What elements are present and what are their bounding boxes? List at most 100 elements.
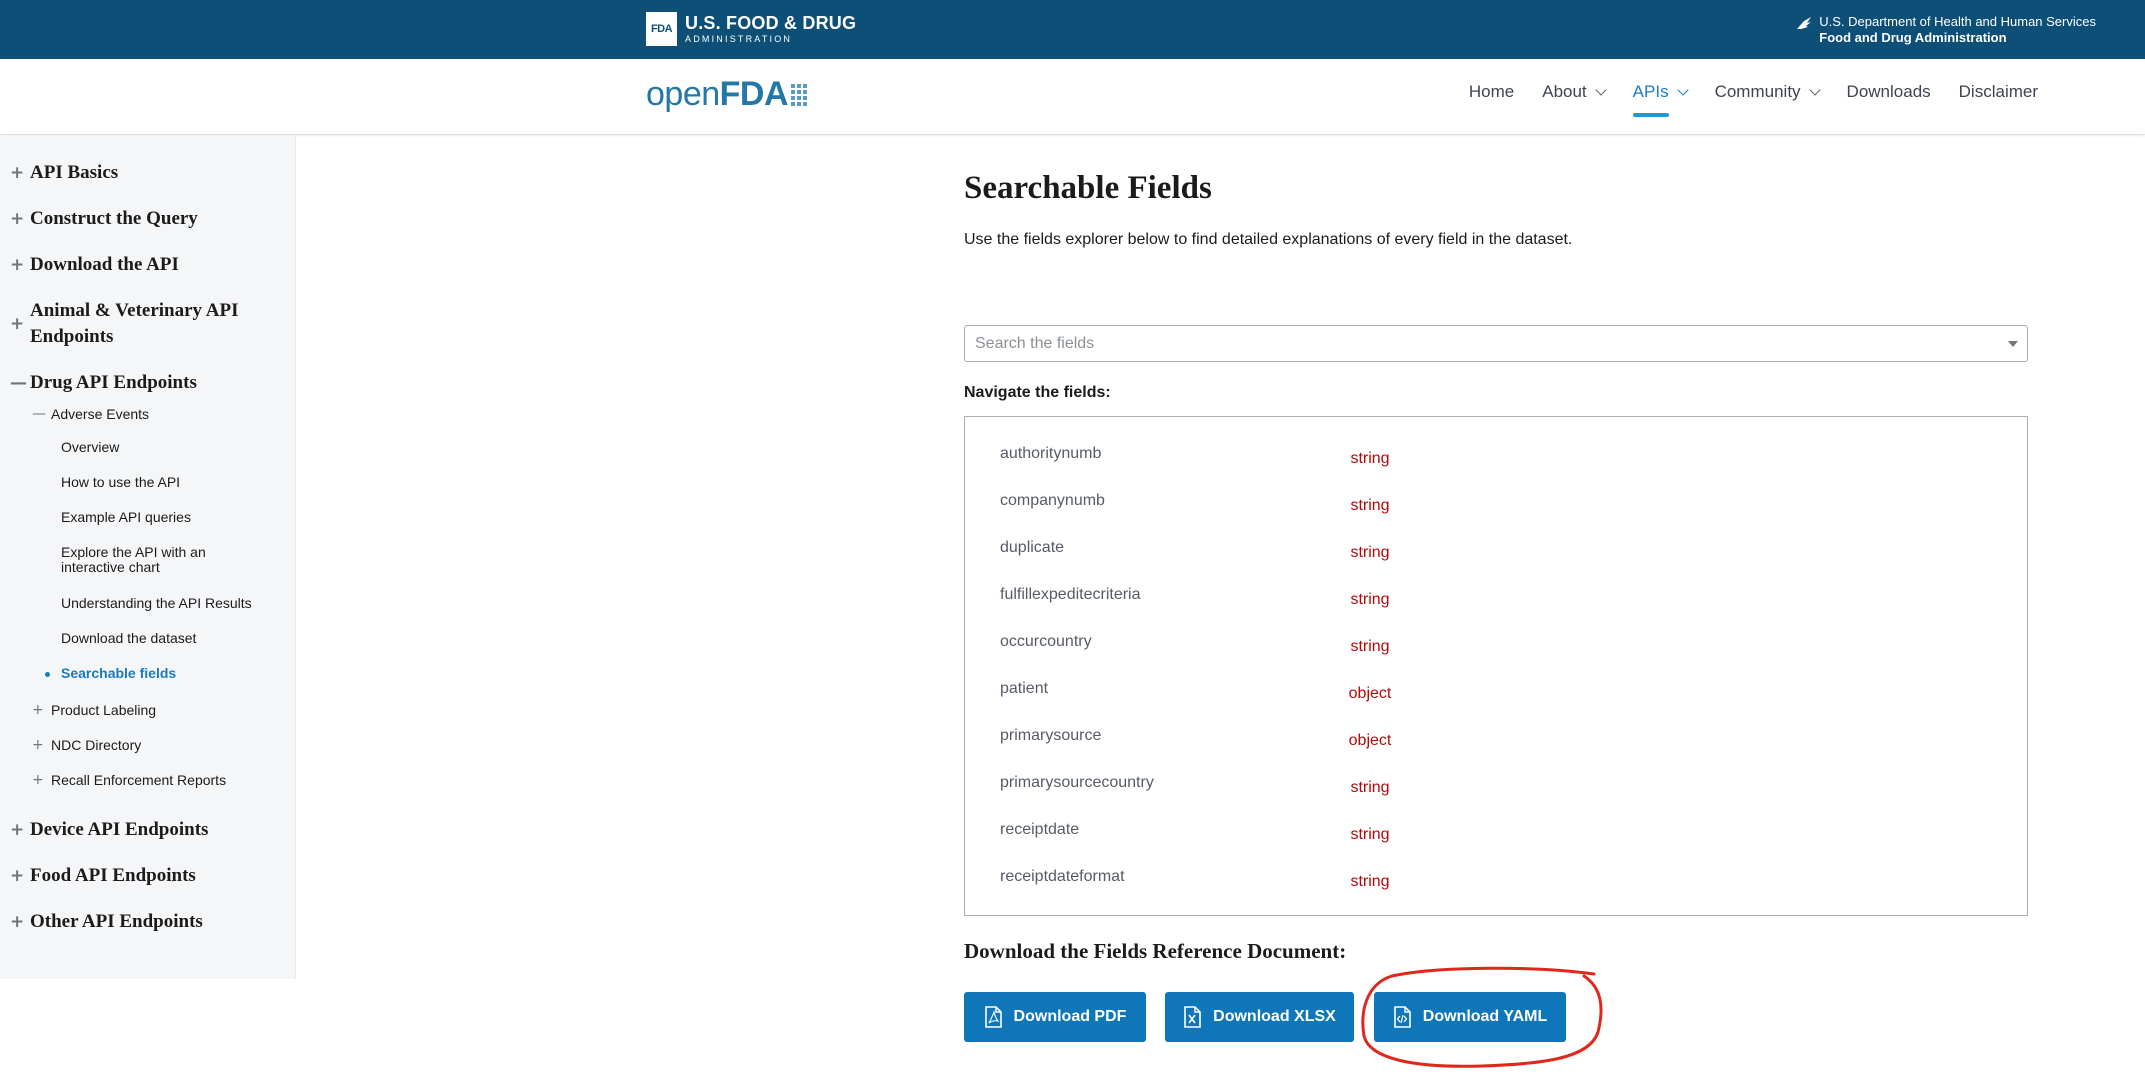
nav-downloads[interactable]: Downloads [1847, 82, 1931, 102]
sidebar-item-label: Understanding the API Results [61, 595, 252, 611]
field-type: string [1350, 638, 1390, 655]
sidebar-item-other[interactable]: + Other API Endpoints [10, 909, 280, 935]
field-name[interactable]: receiptdate [1000, 821, 1079, 839]
hhs-link[interactable]: U.S. Department of Health and Human Serv… [1795, 14, 2096, 46]
nav-home[interactable]: Home [1469, 82, 1514, 102]
sidebar-item-ndc-directory[interactable]: + NDC Directory [32, 736, 142, 754]
nav-about[interactable]: About [1542, 82, 1607, 102]
nav-apis-label: APIs [1632, 82, 1669, 101]
field-row[interactable]: companynumb string [1000, 492, 2000, 522]
sidebar-item-download-dataset[interactable]: Download the dataset [61, 631, 261, 646]
sidebar-item-understanding-results[interactable]: Understanding the API Results [61, 596, 261, 611]
field-type: string [1350, 450, 1390, 467]
sidebar-item-label: Adverse Events [51, 406, 150, 422]
plus-icon: + [10, 866, 25, 886]
sidebar-item-how-to-use[interactable]: How to use the API [61, 475, 261, 490]
plus-icon: + [10, 163, 25, 183]
sidebar-item-label: NDC Directory [51, 737, 142, 753]
field-row[interactable]: primarysourcecountry string [1000, 774, 2000, 804]
field-type: string [1350, 544, 1390, 561]
pdf-file-icon [984, 1006, 1002, 1028]
dropdown-caret-icon[interactable] [2008, 341, 2018, 347]
field-row[interactable]: duplicate string [1000, 539, 2000, 569]
field-row[interactable]: patient object [1000, 680, 2000, 710]
sidebar-item-label: Explore the API with an interactive char… [61, 544, 206, 575]
field-row[interactable]: receiptdate string [1000, 821, 2000, 851]
nav-disclaimer-label: Disclaimer [1958, 82, 2038, 101]
fda-logo[interactable]: FDA U.S. FOOD & DRUG ADMINISTRATION [646, 12, 856, 46]
download-yaml-label: Download YAML [1422, 1008, 1548, 1025]
plus-icon: + [10, 820, 25, 840]
download-xlsx-button[interactable]: Download XLSX [1165, 992, 1354, 1042]
nav-community[interactable]: Community [1715, 82, 1821, 102]
field-type: string [1350, 779, 1390, 796]
field-type: object [1348, 732, 1392, 749]
eagle-icon [1797, 17, 1812, 29]
field-name[interactable]: duplicate [1000, 539, 1064, 557]
sidebar-item-label: Download the API [30, 254, 179, 275]
field-name[interactable]: patient [1000, 680, 1048, 698]
hhs-dept: U.S. Department of Health and Human Serv… [1819, 14, 2096, 29]
brand-dots-icon [791, 83, 808, 106]
sidebar-item-example-queries[interactable]: Example API queries [61, 510, 261, 525]
field-name[interactable]: occurcountry [1000, 633, 1092, 651]
field-row[interactable]: primarysource object [1000, 727, 2000, 757]
field-row[interactable]: receiptdateformat string [1000, 868, 2000, 898]
sidebar-item-animal-vet[interactable]: + Animal & Veterinary API Endpoints [10, 298, 280, 350]
sidebar-item-label: Device API Endpoints [30, 819, 209, 840]
search-input[interactable] [975, 334, 1975, 353]
sidebar-item-construct-query[interactable]: + Construct the Query [10, 206, 280, 232]
sidebar-item-device[interactable]: + Device API Endpoints [10, 817, 280, 843]
nav-disclaimer[interactable]: Disclaimer [1959, 82, 2038, 102]
field-name[interactable]: fulfillexpeditecriteria [1000, 586, 1141, 604]
sidebar-item-explore-chart[interactable]: Explore the API with an interactive char… [61, 545, 221, 575]
sidebar-item-api-basics[interactable]: + API Basics [10, 160, 280, 186]
fda-logo-title: U.S. FOOD & DRUG [685, 13, 857, 33]
download-xlsx-label: Download XLSX [1213, 1008, 1336, 1025]
sidebar-item-label: Construct the Query [30, 208, 198, 229]
brand-open: open [646, 75, 720, 113]
field-row[interactable]: authoritynumb string [1000, 445, 2000, 475]
nav-apis[interactable]: APIs [1632, 82, 1689, 117]
sidebar-item-label: How to use the API [61, 474, 181, 490]
sidebar-item-download-api[interactable]: + Download the API [10, 252, 280, 278]
field-name[interactable]: receiptdateformat [1000, 868, 1125, 886]
code-file-icon [1393, 1006, 1411, 1028]
plus-icon: + [32, 737, 44, 753]
main-navbar: open FDA Home About APIs Community Downlo… [0, 59, 2145, 135]
field-name[interactable]: authoritynumb [1000, 445, 1101, 463]
sidebar-item-overview[interactable]: Overview [61, 440, 261, 455]
sidebar: + API Basics + Construct the Query + Downlo… [0, 136, 296, 979]
download-pdf-label: Download PDF [1013, 1008, 1127, 1025]
field-row[interactable]: occurcountry string [1000, 633, 2000, 663]
sidebar-item-adverse-events[interactable]: — Adverse Events [32, 405, 150, 423]
field-name[interactable]: primarysource [1000, 727, 1101, 745]
sidebar-item-label: Other API Endpoints [30, 911, 203, 932]
sidebar-item-recall-reports[interactable]: + Recall Enforcement Reports [32, 771, 227, 789]
field-name[interactable]: companynumb [1000, 492, 1105, 510]
sidebar-item-product-labeling[interactable]: + Product Labeling [32, 701, 156, 719]
sidebar-item-label: Recall Enforcement Reports [51, 772, 227, 788]
fda-logo-subtitle: ADMINISTRATION [685, 34, 793, 44]
field-row[interactable]: fulfillexpeditecriteria string [1000, 586, 2000, 616]
openfda-logo[interactable]: open FDA [646, 75, 808, 114]
download-yaml-button[interactable]: Download YAML [1374, 992, 1566, 1042]
plus-icon: + [10, 255, 25, 275]
sidebar-item-label: Animal & Veterinary API Endpoints [30, 300, 239, 347]
excel-file-icon [1184, 1006, 1201, 1028]
plus-icon: + [32, 772, 44, 788]
field-search[interactable] [964, 325, 2028, 362]
download-pdf-button[interactable]: Download PDF [964, 992, 1146, 1042]
hhs-agency: Food and Drug Administration [1819, 30, 2007, 45]
sidebar-item-label: Drug API Endpoints [30, 372, 197, 393]
chevron-down-icon [1676, 83, 1689, 96]
sidebar-item-drug[interactable]: — Drug API Endpoints [10, 370, 280, 396]
nav-about-label: About [1542, 82, 1587, 101]
sidebar-item-food[interactable]: + Food API Endpoints [10, 863, 280, 889]
plus-icon: + [10, 314, 25, 334]
sidebar-item-searchable-fields[interactable]: Searchable fields [45, 666, 261, 681]
fda-logo-box: FDA [646, 12, 677, 46]
fields-explorer: authoritynumb string companynumb string … [964, 416, 2028, 916]
sidebar-item-label: API Basics [30, 162, 119, 183]
field-name[interactable]: primarysourcecountry [1000, 774, 1154, 792]
